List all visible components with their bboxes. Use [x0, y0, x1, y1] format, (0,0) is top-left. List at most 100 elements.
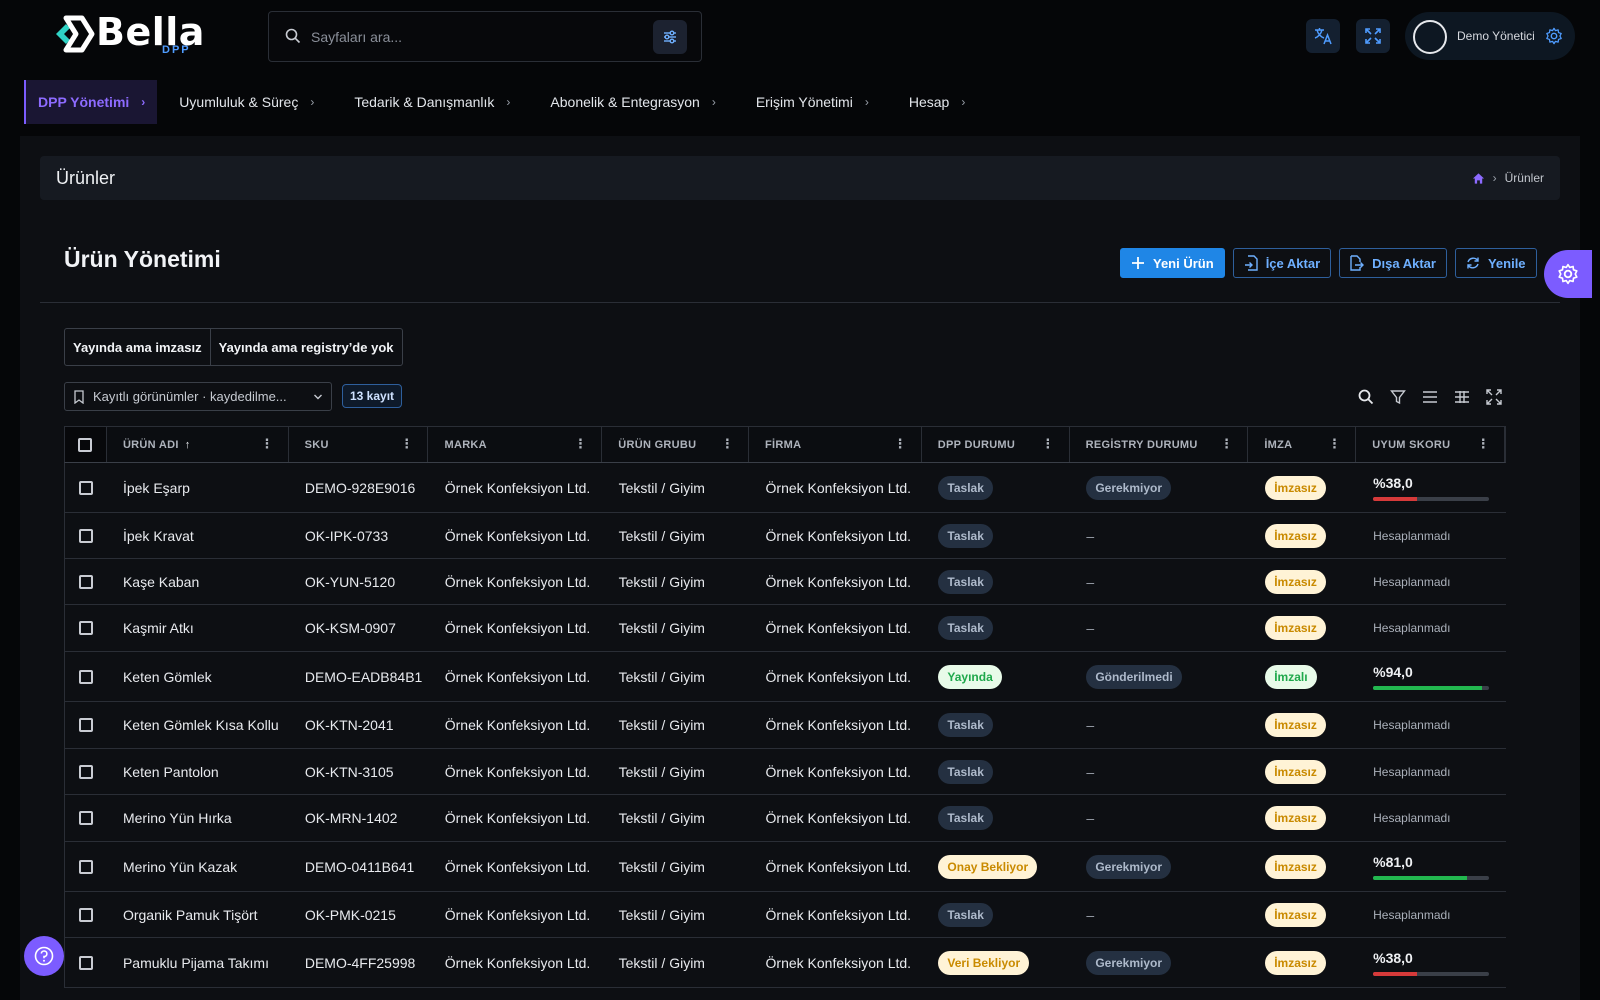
search-input[interactable]: [311, 24, 641, 50]
row-checkbox[interactable]: [78, 480, 93, 495]
import-button[interactable]: İçe Aktar: [1232, 248, 1332, 278]
table-density-button[interactable]: [1414, 386, 1446, 408]
nav-item-account[interactable]: Hesap ›: [897, 80, 977, 124]
cell-name[interactable]: Kaşe Kaban: [107, 574, 289, 590]
row-checkbox[interactable]: [78, 621, 93, 635]
row-checkbox[interactable]: [78, 907, 93, 922]
column-menu-icon[interactable]: ⋮: [1041, 437, 1054, 450]
column-menu-icon[interactable]: ⋮: [260, 437, 273, 450]
column-menu-icon[interactable]: ⋮: [893, 437, 906, 450]
quick-filter-unsigned[interactable]: Yayında ama imzasız: [65, 329, 210, 365]
cell-registry-status: Gerekmiyor: [1070, 475, 1249, 500]
export-button[interactable]: Dışa Aktar: [1339, 248, 1447, 278]
table-row[interactable]: Organik Pamuk Tişört OK-PMK-0215 Örnek Kon…: [64, 892, 1506, 938]
table-filter-button[interactable]: [1382, 386, 1414, 408]
column-header-group[interactable]: ÜRÜN GRUBU ⋮: [602, 427, 750, 462]
row-checkbox[interactable]: [78, 528, 93, 543]
fullscreen-button[interactable]: [1356, 19, 1390, 53]
score-not-calculated: Hesaplanmadı: [1373, 811, 1451, 825]
cell-name[interactable]: Organik Pamuk Tişört: [107, 907, 289, 923]
new-product-button[interactable]: Yeni Ürün: [1120, 248, 1225, 278]
search-filter-button[interactable]: [653, 20, 687, 54]
row-select-cell: [65, 480, 107, 495]
cell-name[interactable]: Keten Gömlek: [107, 669, 289, 685]
column-menu-icon[interactable]: ⋮: [574, 437, 587, 450]
column-header-score[interactable]: UYUM SKORU ⋮: [1356, 427, 1505, 462]
row-checkbox[interactable]: [78, 955, 93, 970]
table-columns-button[interactable]: [1446, 386, 1478, 408]
settings-drawer-button[interactable]: [1544, 250, 1592, 298]
table-row[interactable]: Keten Gömlek Kısa Kollu OK-KTN-2041 Örnek …: [64, 702, 1506, 749]
cell-name[interactable]: Merino Yün Kazak: [107, 859, 289, 875]
column-header-company[interactable]: FİRMA ⋮: [749, 427, 922, 462]
column-menu-icon[interactable]: ⋮: [400, 437, 413, 450]
row-checkbox[interactable]: [78, 669, 93, 684]
row-checkbox[interactable]: [78, 811, 93, 825]
column-header-name[interactable]: ÜRÜN ADI ↑ ⋮: [107, 427, 289, 462]
table-row[interactable]: Kaşmir Atkı OK-KSM-0907 Örnek Konfeksiyon …: [64, 605, 1506, 652]
language-button[interactable]: [1306, 19, 1340, 53]
cell-name[interactable]: Kaşmir Atkı: [107, 620, 289, 636]
column-header-registry-status[interactable]: REGİSTRY DURUMU ⋮: [1070, 427, 1249, 462]
column-header-dpp-status[interactable]: DPP DURUMU ⋮: [922, 427, 1070, 462]
table-row[interactable]: Pamuklu Pijama Takımı DEMO-4FF25998 Örnek …: [64, 938, 1506, 988]
column-menu-icon[interactable]: ⋮: [1220, 437, 1233, 450]
table-row[interactable]: Kaşe Kaban OK-YUN-5120 Örnek Konfeksiyon L…: [64, 559, 1506, 605]
cell-sku: DEMO-4FF25998: [304, 954, 416, 971]
table-row[interactable]: İpek Kravat OK-IPK-0733 Örnek Konfeksiyon …: [64, 513, 1506, 559]
cell-dpp-status: Taslak: [922, 713, 1070, 737]
column-menu-icon[interactable]: ⋮: [721, 437, 734, 450]
home-icon[interactable]: [1472, 172, 1485, 185]
column-header-brand[interactable]: MARKA ⋮: [428, 427, 603, 462]
compliance-score: %38,0: [1373, 475, 1490, 501]
dpp-status-badge: Taslak: [938, 902, 993, 927]
cell-sku: OK-IPK-0733: [304, 527, 389, 544]
select-all-checkbox[interactable]: [78, 437, 93, 452]
quick-filter-no-registry[interactable]: Yayında ama registry’de yok: [209, 329, 402, 365]
score-bar: [1373, 496, 1418, 501]
help-button[interactable]: [24, 936, 64, 976]
refresh-label: Yenile: [1487, 255, 1526, 271]
cell-name[interactable]: Pamuklu Pijama Takımı: [107, 955, 289, 971]
cell-signature: İmzasız: [1249, 523, 1357, 548]
search-box: [268, 11, 702, 62]
refresh-button[interactable]: Yenile: [1454, 248, 1537, 278]
table-row[interactable]: Keten Pantolon OK-KTN-3105 Örnek Konfeksiy…: [64, 749, 1506, 795]
table-row[interactable]: Keten Gömlek DEMO-EADB84B1 Örnek Konfeksiy…: [64, 652, 1506, 702]
page-header: Ürünler › Ürünler: [40, 156, 1560, 200]
row-select-cell: [65, 621, 107, 635]
row-checkbox[interactable]: [78, 859, 93, 874]
cell-signature: İmzasız: [1249, 475, 1357, 500]
row-checkbox[interactable]: [78, 574, 93, 589]
column-header-sku[interactable]: SKU ⋮: [289, 427, 429, 462]
nav-item-dpp[interactable]: DPP Yönetimi ›: [24, 80, 158, 124]
table-row[interactable]: Merino Yün Hırka OK-MRN-1402 Örnek Konfeks…: [64, 795, 1506, 842]
user-menu[interactable]: Demo Yönetici: [1405, 12, 1575, 60]
nav-label: Hesap: [908, 94, 950, 110]
table-row[interactable]: İpek Eşarp DEMO-928E9016 Örnek Konfeksiyon…: [64, 463, 1506, 513]
table-row[interactable]: Merino Yün Kazak DEMO-0411B641 Örnek Konfe…: [64, 842, 1506, 892]
table-fullscreen-button[interactable]: [1478, 386, 1510, 408]
cell-name[interactable]: Keten Gömlek Kısa Kollu: [107, 717, 289, 733]
column-menu-icon[interactable]: ⋮: [1477, 437, 1490, 450]
nav-item-access[interactable]: Erişim Yönetimi ›: [744, 80, 881, 124]
nav-item-supply[interactable]: Tedarik & Danışmanlık ›: [342, 80, 522, 124]
nav-item-compliance[interactable]: Uyumluluk & Süreç ›: [167, 80, 326, 124]
cell-group: Tekstil / Giyim: [618, 668, 705, 685]
cell-name[interactable]: Keten Pantolon: [107, 764, 289, 780]
cell-name[interactable]: İpek Eşarp: [107, 480, 289, 496]
row-checkbox[interactable]: [78, 718, 93, 732]
cell-name[interactable]: Merino Yün Hırka: [107, 810, 289, 826]
quick-filters: Yayında ama imzasız Yayında ama registry…: [64, 328, 403, 366]
cell-name[interactable]: İpek Kravat: [107, 528, 289, 544]
saved-views-select[interactable]: Kayıtlı görünümler · kaydedilme...: [64, 382, 332, 411]
nav-item-subscription[interactable]: Abonelik & Entegrasyon ›: [538, 80, 727, 124]
column-menu-icon[interactable]: ⋮: [1328, 437, 1341, 450]
brand-logo[interactable]: Bella DPP: [52, 10, 204, 56]
row-checkbox[interactable]: [78, 764, 93, 779]
column-header-signature[interactable]: İMZA ⋮: [1248, 427, 1357, 462]
table-search-button[interactable]: [1350, 386, 1382, 408]
cell-registry-status: Gerekmiyor: [1070, 950, 1249, 975]
cell-dpp-status: Yayında: [922, 664, 1070, 689]
cell-brand: Örnek Konfeksiyon Ltd.: [444, 717, 591, 733]
